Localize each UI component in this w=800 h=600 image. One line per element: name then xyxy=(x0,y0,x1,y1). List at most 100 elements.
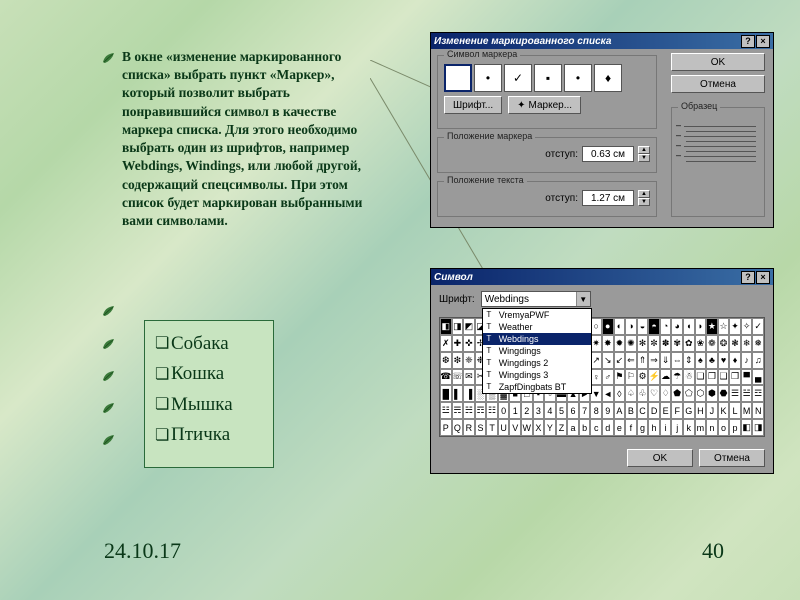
symbol-cell[interactable]: L xyxy=(729,402,741,419)
symbol-cell[interactable]: o xyxy=(718,419,730,436)
symbol-cell[interactable]: 6 xyxy=(567,402,579,419)
symbol-cell[interactable]: ✜ xyxy=(463,335,475,352)
symbol-cell[interactable]: ⬣ xyxy=(718,385,730,402)
symbol-cell[interactable]: k xyxy=(683,419,695,436)
symbol-cell[interactable]: ◨ xyxy=(452,318,464,335)
symbol-cell[interactable]: ● xyxy=(602,318,614,335)
symbol-cell[interactable]: ☶ xyxy=(475,402,487,419)
spinner-down-icon[interactable]: ▼ xyxy=(638,154,650,162)
symbol-cell[interactable]: ⬟ xyxy=(671,385,683,402)
symbol-cell[interactable]: ⇒ xyxy=(648,352,660,369)
symbol-cell[interactable]: i xyxy=(660,419,672,436)
symbol-cell[interactable]: ♀ xyxy=(590,369,602,386)
symbol-cell[interactable]: ☏ xyxy=(452,369,464,386)
symbol-cell[interactable]: ⇐ xyxy=(625,352,637,369)
symbol-cell[interactable]: W xyxy=(521,419,533,436)
symbol-cell[interactable]: 7 xyxy=(579,402,591,419)
symbol-cell[interactable]: ♧ xyxy=(637,385,649,402)
symbol-cell[interactable]: ↙ xyxy=(614,352,626,369)
symbol-cell[interactable]: ◄ xyxy=(602,385,614,402)
symbol-cell[interactable]: ❑ xyxy=(718,369,730,386)
symbol-cell[interactable]: ✧ xyxy=(741,318,753,335)
cancel-button[interactable]: Отмена xyxy=(671,75,765,93)
symbol-cell[interactable]: ◒ xyxy=(637,318,649,335)
symbol-cell[interactable]: ☃ xyxy=(683,369,695,386)
symbol-cell[interactable]: g xyxy=(637,419,649,436)
symbol-cell[interactable]: ◊ xyxy=(614,385,626,402)
symbol-cell[interactable]: ✾ xyxy=(671,335,683,352)
symbol-cell[interactable]: ☲ xyxy=(752,385,764,402)
marker-option[interactable] xyxy=(444,64,472,92)
symbol-cell[interactable]: ⚙ xyxy=(637,369,649,386)
symbol-cell[interactable]: ♢ xyxy=(660,385,672,402)
symbol-cell[interactable]: Q xyxy=(452,419,464,436)
symbol-cell[interactable]: ☱ xyxy=(741,385,753,402)
marker-indent-input[interactable]: 0.63 см xyxy=(582,146,634,162)
symbol-cell[interactable]: ◧ xyxy=(440,318,452,335)
symbol-cell[interactable]: T xyxy=(486,419,498,436)
symbol-cell[interactable]: ⚑ xyxy=(614,369,626,386)
symbol-cell[interactable]: ✷ xyxy=(590,335,602,352)
cancel-button[interactable]: Отмена xyxy=(699,449,765,467)
symbol-cell[interactable]: ⇓ xyxy=(660,352,672,369)
help-icon[interactable]: ? xyxy=(741,271,755,284)
symbol-cell[interactable]: Y xyxy=(544,419,556,436)
symbol-cell[interactable]: ▼ xyxy=(590,385,602,402)
symbol-cell[interactable]: j xyxy=(671,419,683,436)
symbol-cell[interactable]: ✻ xyxy=(637,335,649,352)
font-dropdown-list[interactable]: ᎢVremyaPWF ᎢWeather ᎢWebdings ᎢWingdings… xyxy=(482,308,592,394)
symbol-cell[interactable]: ☵ xyxy=(463,402,475,419)
symbol-cell[interactable]: ▄ xyxy=(752,369,764,386)
dialog-titlebar[interactable]: Изменение маркированного списка ? × xyxy=(431,33,773,49)
symbol-cell[interactable]: ❏ xyxy=(695,369,707,386)
symbol-cell[interactable]: ⬠ xyxy=(683,385,695,402)
symbol-cell[interactable]: H xyxy=(695,402,707,419)
symbol-cell[interactable]: ⇕ xyxy=(683,352,695,369)
ok-button[interactable]: OK xyxy=(671,53,765,71)
symbol-cell[interactable]: ▌ xyxy=(452,385,464,402)
font-dropdown[interactable]: Webdings ▼ ᎢVremyaPWF ᎢWeather ᎢWebdings… xyxy=(481,291,591,307)
symbol-cell[interactable]: 1 xyxy=(509,402,521,419)
symbol-cell[interactable]: ◓ xyxy=(648,318,660,335)
text-indent-input[interactable]: 1.27 см xyxy=(582,190,634,206)
symbol-cell[interactable]: ☆ xyxy=(718,318,730,335)
spinner-up-icon[interactable]: ▲ xyxy=(638,146,650,154)
symbol-cell[interactable]: K xyxy=(718,402,730,419)
symbol-cell[interactable]: U xyxy=(498,419,510,436)
spinner-up-icon[interactable]: ▲ xyxy=(638,190,650,198)
symbol-cell[interactable]: ♣ xyxy=(706,352,718,369)
close-icon[interactable]: × xyxy=(756,35,770,48)
symbol-cell[interactable]: C xyxy=(637,402,649,419)
symbol-cell[interactable]: ⇑ xyxy=(637,352,649,369)
symbol-cell[interactable]: ⬢ xyxy=(706,385,718,402)
symbol-cell[interactable]: p xyxy=(729,419,741,436)
symbol-cell[interactable]: n xyxy=(706,419,718,436)
symbol-cell[interactable]: D xyxy=(648,402,660,419)
symbol-cell[interactable]: ☰ xyxy=(729,385,741,402)
symbol-cell[interactable]: ☂ xyxy=(671,369,683,386)
symbol-cell[interactable]: ⚐ xyxy=(625,369,637,386)
marker-option[interactable]: ♦ xyxy=(594,64,622,92)
symbol-cell[interactable]: ❃ xyxy=(729,335,741,352)
symbol-cell[interactable]: ↗ xyxy=(590,352,602,369)
symbol-cell[interactable]: ✚ xyxy=(452,335,464,352)
symbol-cell[interactable]: ❀ xyxy=(695,335,707,352)
symbol-cell[interactable]: 9 xyxy=(602,402,614,419)
symbol-cell[interactable]: ♠ xyxy=(695,352,707,369)
symbol-cell[interactable]: ♤ xyxy=(625,385,637,402)
symbol-cell[interactable]: ✽ xyxy=(660,335,672,352)
symbol-cell[interactable]: ♥ xyxy=(718,352,730,369)
symbol-cell[interactable]: S xyxy=(475,419,487,436)
symbol-cell[interactable]: ◩ xyxy=(463,318,475,335)
symbol-cell[interactable]: ✓ xyxy=(752,318,764,335)
symbol-cell[interactable]: ◑ xyxy=(625,318,637,335)
symbol-cell[interactable]: d xyxy=(602,419,614,436)
symbol-cell[interactable]: ❆ xyxy=(440,352,452,369)
symbol-cell[interactable]: e xyxy=(614,419,626,436)
symbol-cell[interactable]: ◧ xyxy=(741,419,753,436)
symbol-cell[interactable]: ☎ xyxy=(440,369,452,386)
symbol-cell[interactable]: m xyxy=(695,419,707,436)
symbol-cell[interactable]: ☴ xyxy=(452,402,464,419)
symbol-cell[interactable]: B xyxy=(625,402,637,419)
spinner-down-icon[interactable]: ▼ xyxy=(638,198,650,206)
